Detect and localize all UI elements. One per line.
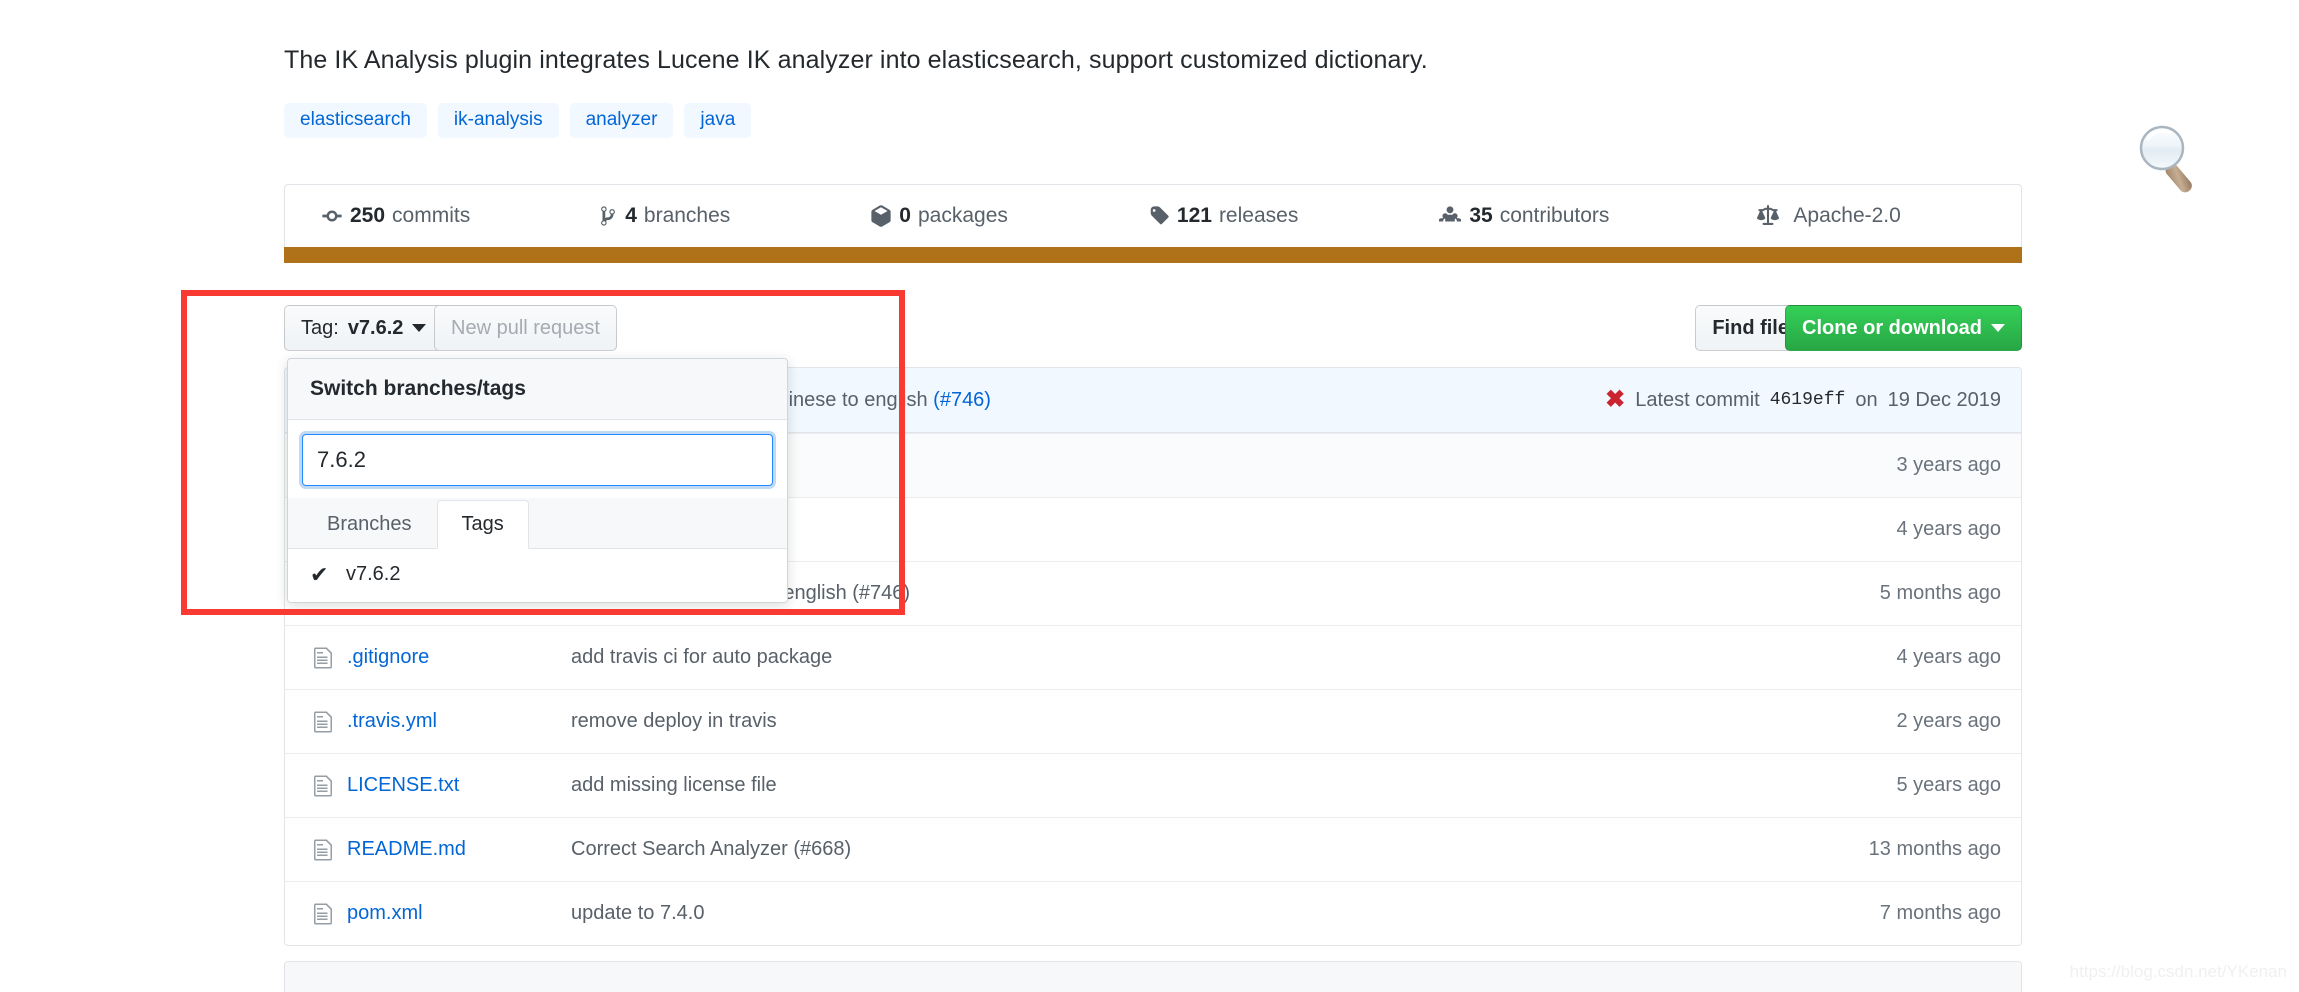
tag-value-label: v7.6.2 bbox=[348, 317, 404, 340]
topic-tag-java[interactable]: java bbox=[684, 103, 751, 138]
stat-contributors-count: 35 bbox=[1469, 204, 1492, 228]
file-age: 2 years ago bbox=[1896, 710, 2001, 733]
stat-packages-label: packages bbox=[918, 204, 1008, 228]
readme-panel-top bbox=[284, 961, 2022, 992]
file-icon bbox=[313, 710, 333, 734]
file-age: 3 years ago bbox=[1896, 454, 2001, 477]
dropdown-header: Switch branches/tags bbox=[288, 359, 787, 420]
stat-releases-count: 121 bbox=[1177, 204, 1212, 228]
issue-link[interactable]: (#746) bbox=[933, 389, 991, 411]
table-row[interactable]: pom.xml update to 7.4.0 7 months ago bbox=[285, 881, 2021, 945]
dropdown-item-v762[interactable]: ✔ v7.6.2 bbox=[288, 549, 787, 602]
file-name-cell: .travis.yml bbox=[313, 710, 571, 734]
file-age: 4 years ago bbox=[1896, 646, 2001, 669]
stat-releases-label: releases bbox=[1219, 204, 1298, 228]
topic-tag-elasticsearch[interactable]: elasticsearch bbox=[284, 103, 427, 138]
file-commit-message: add missing license file bbox=[571, 774, 1896, 797]
dropdown-item-label: v7.6.2 bbox=[346, 563, 400, 586]
file-commit-message: remove deploy in travis bbox=[571, 710, 1896, 733]
file-name-link[interactable]: README.md bbox=[347, 838, 466, 861]
file-icon bbox=[313, 774, 333, 798]
dropdown-filter-wrap bbox=[288, 420, 787, 498]
branch-filter-input[interactable] bbox=[302, 434, 773, 486]
topic-tag-list: elasticsearch ik-analysis analyzer java bbox=[284, 103, 751, 138]
dropdown-item-list: ✔ v7.6.2 bbox=[288, 549, 787, 602]
repository-stats-bar: 250 commits 4 branches 0 packages 121 re… bbox=[284, 184, 2022, 247]
file-commit-message: update to 7.4.0 bbox=[571, 902, 1880, 925]
chevron-down-icon bbox=[412, 324, 426, 332]
stat-releases[interactable]: 121 releases bbox=[1148, 204, 1298, 228]
people-icon bbox=[1438, 205, 1462, 227]
language-color-bar bbox=[284, 247, 2022, 263]
commit-sha[interactable]: 4619eff bbox=[1770, 390, 1846, 410]
file-icon bbox=[313, 838, 333, 862]
stat-commits[interactable]: 250 commits bbox=[321, 204, 470, 228]
file-name-link[interactable]: .gitignore bbox=[347, 646, 429, 669]
file-age: 4 years ago bbox=[1896, 518, 2001, 541]
file-commit-message: Correct Search Analyzer (#668) bbox=[571, 838, 1869, 861]
file-name-link[interactable]: pom.xml bbox=[347, 902, 423, 925]
commit-icon bbox=[321, 205, 343, 227]
clone-or-download-label: Clone or download bbox=[1802, 317, 1982, 340]
stat-commits-count: 250 bbox=[350, 204, 385, 228]
branch-tag-dropdown: Switch branches/tags Branches Tags ✔ v7.… bbox=[287, 358, 788, 603]
branch-icon bbox=[598, 205, 618, 227]
file-name-link[interactable]: .travis.yml bbox=[347, 710, 437, 733]
file-name-cell: LICENSE.txt bbox=[313, 774, 571, 798]
file-icon bbox=[313, 902, 333, 926]
x-icon[interactable]: ✖ bbox=[1605, 388, 1625, 412]
watermark-text: https://blog.csdn.net/YKenan bbox=[2070, 962, 2287, 982]
repo-toolbar: Tag: v7.6.2 New pull request Find file C… bbox=[284, 305, 2022, 351]
topic-tag-ik-analysis[interactable]: ik-analysis bbox=[438, 103, 559, 138]
page-root: The IK Analysis plugin integrates Lucene… bbox=[0, 0, 2299, 992]
stat-packages[interactable]: 0 packages bbox=[870, 204, 1008, 228]
find-file-label: Find file bbox=[1712, 317, 1789, 340]
stat-packages-count: 0 bbox=[899, 204, 911, 228]
new-pull-request-button[interactable]: New pull request bbox=[434, 305, 617, 351]
chevron-down-icon bbox=[1991, 324, 2005, 332]
latest-commit-label: Latest commit bbox=[1635, 389, 1759, 412]
file-name-cell: .gitignore bbox=[313, 646, 571, 670]
commit-date-prefix: on bbox=[1855, 389, 1877, 412]
file-name-link[interactable]: LICENSE.txt bbox=[347, 774, 459, 797]
magnifier-cursor-icon bbox=[2127, 118, 2213, 204]
law-icon bbox=[1757, 205, 1779, 227]
file-age: 5 years ago bbox=[1896, 774, 2001, 797]
stat-commits-label: commits bbox=[392, 204, 470, 228]
stat-contributors[interactable]: 35 contributors bbox=[1438, 204, 1609, 228]
table-row[interactable]: .gitignore add travis ci for auto packag… bbox=[285, 625, 2021, 689]
topic-tag-analyzer[interactable]: analyzer bbox=[570, 103, 674, 138]
repo-description: The IK Analysis plugin integrates Lucene… bbox=[284, 46, 1428, 75]
file-commit-message: add travis ci for auto package bbox=[571, 646, 1896, 669]
stat-contributors-label: contributors bbox=[1500, 204, 1610, 228]
tab-branches[interactable]: Branches bbox=[302, 500, 437, 549]
stat-branches-count: 4 bbox=[625, 204, 637, 228]
check-icon: ✔ bbox=[310, 564, 328, 586]
stat-branches-label: branches bbox=[644, 204, 730, 228]
tag-selector-button[interactable]: Tag: v7.6.2 bbox=[284, 305, 443, 351]
file-name-cell: README.md bbox=[313, 838, 571, 862]
tag-icon bbox=[1148, 205, 1170, 227]
stat-license-label: Apache-2.0 bbox=[1793, 204, 1900, 228]
file-name-cell: pom.xml bbox=[313, 902, 571, 926]
file-age: 7 months ago bbox=[1880, 902, 2001, 925]
table-row[interactable]: .travis.yml remove deploy in travis 2 ye… bbox=[285, 689, 2021, 753]
tag-prefix-label: Tag: bbox=[301, 317, 339, 340]
clone-or-download-button[interactable]: Clone or download bbox=[1785, 305, 2022, 351]
dropdown-tabs: Branches Tags bbox=[288, 498, 787, 549]
file-age: 13 months ago bbox=[1869, 838, 2001, 861]
table-row[interactable]: LICENSE.txt add missing license file 5 y… bbox=[285, 753, 2021, 817]
latest-commit-meta: ✖ Latest commit 4619eff on 19 Dec 2019 bbox=[1605, 388, 2001, 412]
file-age: 5 months ago bbox=[1880, 582, 2001, 605]
package-icon bbox=[870, 205, 892, 227]
file-icon bbox=[313, 646, 333, 670]
commit-date: 19 Dec 2019 bbox=[1888, 389, 2001, 412]
table-row[interactable]: README.md Correct Search Analyzer (#668)… bbox=[285, 817, 2021, 881]
stat-branches[interactable]: 4 branches bbox=[598, 204, 730, 228]
new-pull-request-label: New pull request bbox=[451, 317, 600, 340]
stat-license[interactable]: Apache-2.0 bbox=[1757, 204, 1900, 228]
tab-tags[interactable]: Tags bbox=[437, 500, 529, 549]
